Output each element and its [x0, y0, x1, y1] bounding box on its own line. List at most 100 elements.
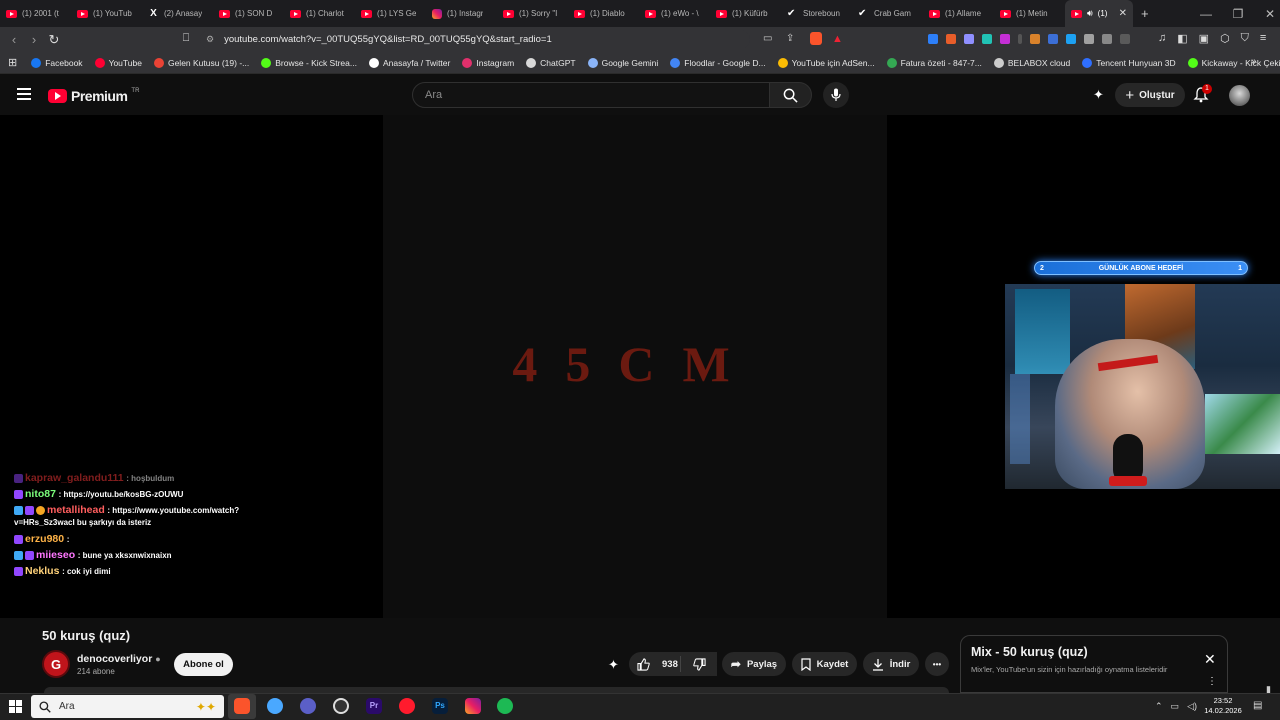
sidebar-icon[interactable]: ◧: [1177, 32, 1187, 45]
spotify-icon[interactable]: [497, 698, 513, 714]
browser-tab[interactable]: (1) 2001 (t: [0, 0, 71, 27]
new-tab-button[interactable]: +: [1141, 6, 1149, 21]
browser-tab[interactable]: (1) Sorry "I: [497, 0, 568, 27]
youtube-logo[interactable]: Premium TR: [48, 88, 139, 104]
taskbar-search-input[interactable]: Ara ✦✦: [31, 695, 224, 718]
save-button[interactable]: Kaydet: [792, 652, 857, 676]
browser-tab[interactable]: X (2) Anasay: [142, 0, 213, 27]
bookmark-item[interactable]: Fatura özeti - 847-7...: [881, 57, 988, 68]
browser-tab[interactable]: (1) Küfürb: [710, 0, 781, 27]
premiere-pro-icon[interactable]: Pr: [366, 698, 382, 714]
wallet-icon[interactable]: ▣: [1199, 32, 1209, 45]
minimize-icon[interactable]: —: [1190, 7, 1222, 21]
bookmark-item[interactable]: Google Gemini: [582, 57, 665, 68]
close-tab-icon[interactable]: ✕: [1119, 8, 1127, 19]
extension-icon[interactable]: [1000, 34, 1010, 44]
media-icon[interactable]: ♫: [1158, 32, 1166, 45]
extension-icon[interactable]: [946, 34, 956, 44]
extension-icon[interactable]: [1048, 34, 1058, 44]
bookmark-item[interactable]: Kickaway - Kick Çeki...: [1182, 57, 1280, 68]
bookmark-icon[interactable]: ⎕: [176, 32, 196, 45]
browser-tab[interactable]: (1) Charlot: [284, 0, 355, 27]
notifications-button[interactable]: 1: [1193, 84, 1212, 108]
download-button[interactable]: İndir: [863, 652, 919, 676]
browser-tab[interactable]: (1) LYS Ge: [355, 0, 426, 27]
browser-tab[interactable]: (1) Metin: [994, 0, 1065, 27]
site-info-icon[interactable]: ⚙: [206, 34, 214, 45]
mix-more-icon[interactable]: ⋮: [1207, 677, 1217, 687]
back-icon[interactable]: ‹: [4, 32, 24, 47]
bookmark-item[interactable]: Floodlar - Google D...: [664, 57, 771, 68]
instagram-icon[interactable]: [465, 698, 481, 714]
bookmark-item[interactable]: Browse - Kick Strea...: [255, 57, 363, 68]
search-button[interactable]: [769, 82, 812, 108]
install-app-icon[interactable]: ▭: [763, 33, 772, 44]
share-page-icon[interactable]: ⇪: [786, 33, 794, 44]
browser-tab[interactable]: (1) YouTub: [71, 0, 142, 27]
subscribe-button[interactable]: Abone ol: [174, 653, 233, 676]
channel-avatar[interactable]: G: [42, 650, 70, 678]
shield-icon[interactable]: ⛉: [1241, 32, 1249, 45]
bookmark-item[interactable]: Tencent Hunyuan 3D: [1076, 57, 1181, 68]
apps-grid-icon[interactable]: ⊞: [8, 56, 17, 69]
vpn-icon[interactable]: ⬡: [1220, 32, 1230, 45]
brave-shield-icon[interactable]: [810, 32, 822, 45]
brave-rewards-icon[interactable]: ▲: [832, 33, 843, 45]
extension-icon[interactable]: [964, 34, 974, 44]
extension-icon[interactable]: [1102, 34, 1112, 44]
browser-tab[interactable]: (1) Instagr: [426, 0, 497, 27]
discord-icon[interactable]: [300, 698, 316, 714]
bookmark-item[interactable]: YouTube: [89, 57, 148, 68]
brave-browser-icon[interactable]: [234, 698, 250, 714]
opera-icon[interactable]: [399, 698, 415, 714]
tray-expand-icon[interactable]: ⌃: [1155, 701, 1163, 712]
browser-tab[interactable]: (1) Diablo: [568, 0, 639, 27]
extension-icon[interactable]: [928, 34, 938, 44]
volume-icon[interactable]: ◁): [1187, 701, 1197, 712]
bookmark-item[interactable]: ChatGPT: [520, 57, 581, 68]
avatar[interactable]: [1229, 85, 1250, 106]
menu-icon[interactable]: ≡: [1260, 32, 1266, 45]
bookmark-item[interactable]: YouTube için AdSen...: [772, 57, 881, 68]
browser-tab[interactable]: (1) Allame: [923, 0, 994, 27]
close-mix-icon[interactable]: ✕: [1204, 651, 1216, 668]
url-bar[interactable]: ⚙ youtube.com/watch?v=_00TUQ55gYQ&list=R…: [200, 30, 750, 49]
extension-icon[interactable]: [1084, 34, 1094, 44]
extension-icon[interactable]: [982, 34, 992, 44]
bookmark-item[interactable]: Anasayfa / Twitter: [363, 57, 456, 68]
share-button[interactable]: ➦ Paylaş: [722, 652, 786, 676]
browser-tab[interactable]: (1) SON D: [213, 0, 284, 27]
more-actions-button[interactable]: •••: [925, 652, 949, 676]
taskbar-clock[interactable]: 23:52 14.02.2026: [1200, 696, 1246, 716]
audio-playing-icon[interactable]: 🔊︎: [1087, 8, 1093, 19]
premium-gem-icon[interactable]: ✦: [1093, 87, 1104, 103]
extension-icon[interactable]: [1120, 34, 1130, 44]
bookmark-item[interactable]: Gelen Kutusu (19) -...: [148, 57, 255, 68]
extension-icon[interactable]: [1030, 34, 1040, 44]
bookmark-item[interactable]: Instagram: [456, 57, 520, 68]
browser-tab[interactable]: ✔ Crab Gam: [852, 0, 923, 27]
notification-center-icon[interactable]: ▤: [1253, 700, 1262, 711]
photoshop-icon[interactable]: Ps: [432, 698, 448, 714]
obs-icon[interactable]: [333, 698, 349, 714]
more-bookmarks-icon[interactable]: »: [1251, 56, 1257, 67]
windows-start-icon[interactable]: [9, 700, 22, 713]
browser-tab[interactable]: (1) eWo - \: [639, 0, 710, 27]
extension-icon[interactable]: [1066, 34, 1076, 44]
restore-icon[interactable]: ❐: [1222, 7, 1254, 21]
channel-name[interactable]: denocoverliyor ●: [77, 653, 161, 665]
premium-gem-icon[interactable]: ✦: [608, 657, 619, 673]
network-icon[interactable]: ▭: [1171, 701, 1180, 712]
dislike-button[interactable]: [681, 652, 717, 676]
app-icon[interactable]: [267, 698, 283, 714]
close-window-icon[interactable]: ✕: [1254, 7, 1280, 21]
create-button[interactable]: + Oluştur: [1115, 83, 1185, 107]
hamburger-menu-icon[interactable]: [17, 88, 31, 100]
reload-icon[interactable]: ↻: [44, 32, 64, 48]
active-browser-tab[interactable]: 🔊︎ (1) ✕: [1065, 0, 1133, 27]
forward-icon[interactable]: ›: [24, 32, 44, 47]
browser-tab[interactable]: ✔ Storeboun: [781, 0, 852, 27]
search-input[interactable]: Ara: [412, 82, 770, 108]
bookmark-item[interactable]: Facebook: [25, 57, 88, 68]
bookmark-item[interactable]: BELABOX cloud: [988, 57, 1076, 68]
